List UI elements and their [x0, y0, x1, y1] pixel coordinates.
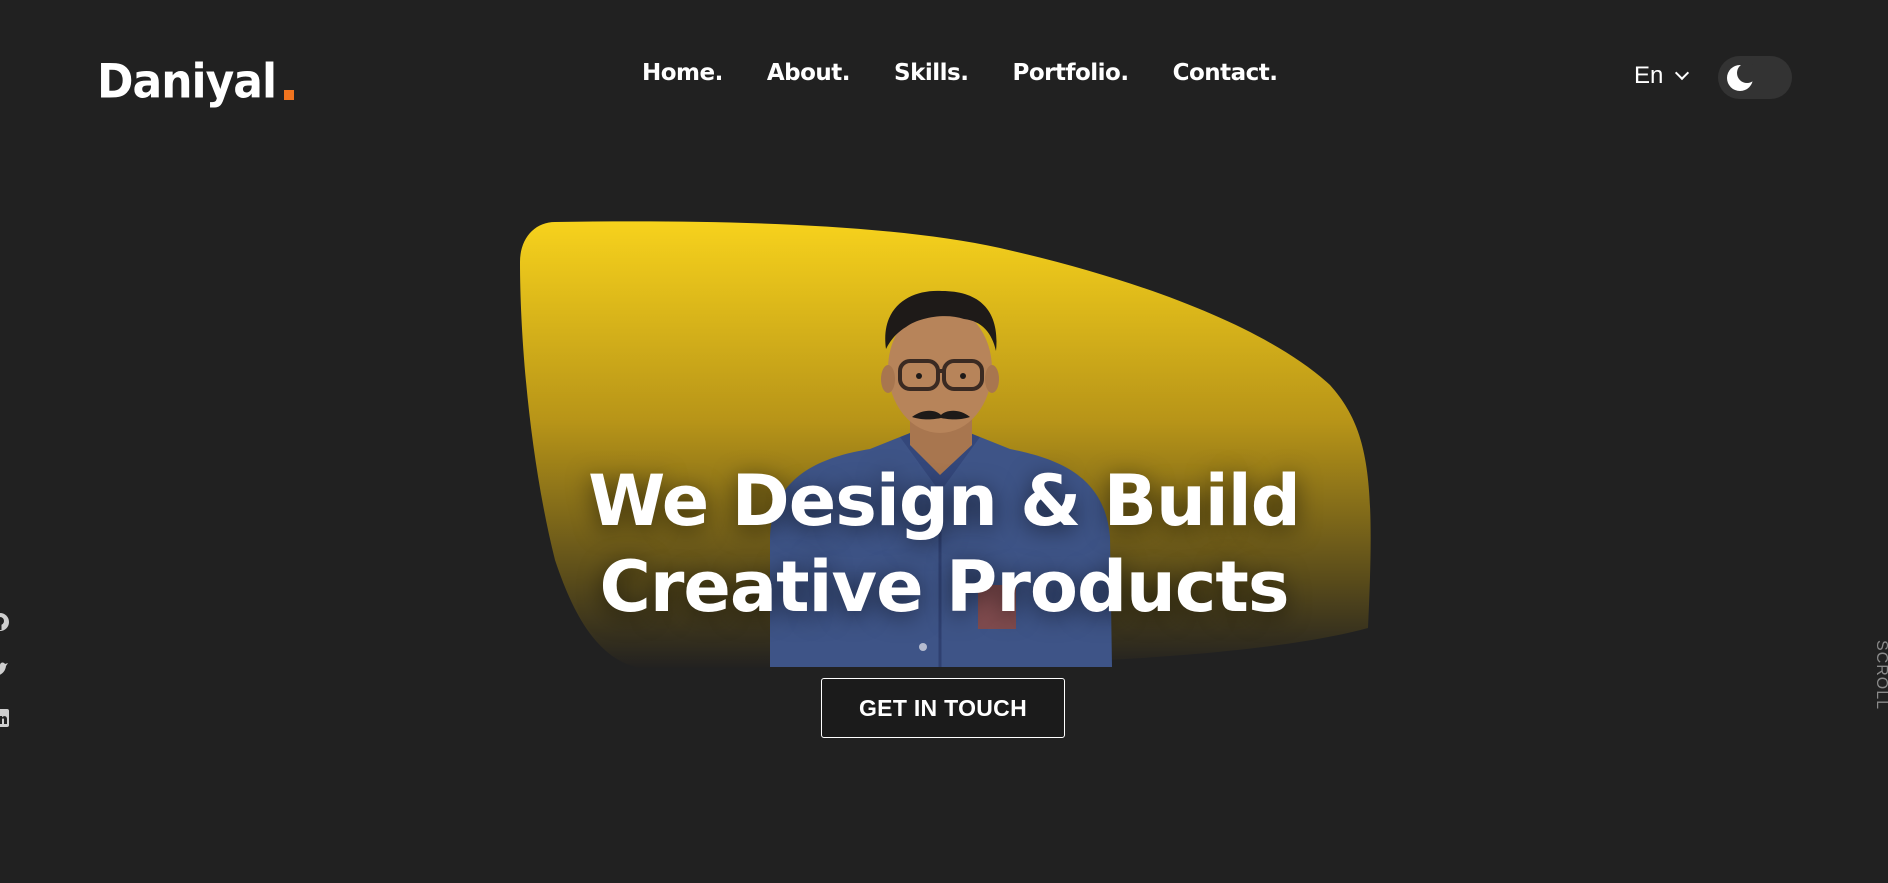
hero-headline: We Design & Build Creative Products [500, 458, 1388, 630]
twitter-icon[interactable] [0, 660, 10, 680]
github-icon[interactable] [0, 612, 10, 632]
get-in-touch-button[interactable]: GET IN TOUCH [821, 678, 1065, 738]
hero-headline-line1: We Design & Build [588, 460, 1301, 542]
scroll-indicator[interactable]: SCROLL [1872, 640, 1888, 710]
page: Daniyal Home. About. Skills. Portfolio. … [0, 0, 1888, 883]
social-links [0, 612, 10, 728]
hero-headline-line2: Creative Products [599, 546, 1289, 628]
linkedin-icon[interactable] [0, 708, 10, 728]
